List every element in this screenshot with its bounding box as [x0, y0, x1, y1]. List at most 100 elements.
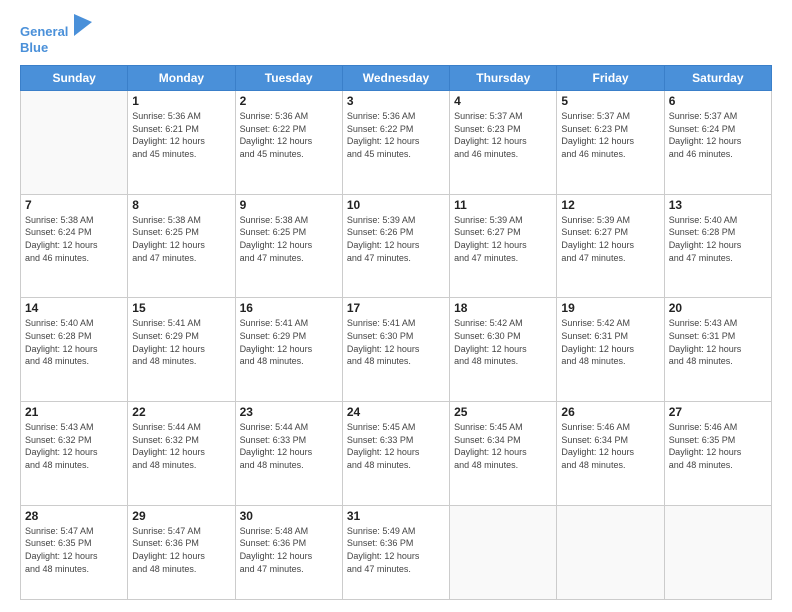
week-row-4: 28 Sunrise: 5:47 AM Sunset: 6:35 PM Dayli… [21, 505, 772, 599]
day-info: Sunrise: 5:43 AM Sunset: 6:31 PM Dayligh… [669, 317, 767, 367]
logo-blue: Blue [20, 40, 92, 56]
day-info: Sunrise: 5:45 AM Sunset: 6:34 PM Dayligh… [454, 421, 552, 471]
calendar-cell: 25 Sunrise: 5:45 AM Sunset: 6:34 PM Dayli… [450, 402, 557, 506]
day-number: 18 [454, 301, 552, 315]
day-header-friday: Friday [557, 66, 664, 91]
day-info: Sunrise: 5:39 AM Sunset: 6:26 PM Dayligh… [347, 214, 445, 264]
day-info: Sunrise: 5:42 AM Sunset: 6:31 PM Dayligh… [561, 317, 659, 367]
calendar-cell: 23 Sunrise: 5:44 AM Sunset: 6:33 PM Dayli… [235, 402, 342, 506]
calendar-cell [664, 505, 771, 599]
day-info: Sunrise: 5:45 AM Sunset: 6:33 PM Dayligh… [347, 421, 445, 471]
logo-text: General [20, 16, 92, 40]
calendar-cell: 12Sunrise: 5:39 AM Sunset: 6:27 PM Dayli… [557, 194, 664, 298]
week-row-1: 7 Sunrise: 5:38 AM Sunset: 6:24 PM Daylig… [21, 194, 772, 298]
calendar-cell: 31 Sunrise: 5:49 AM Sunset: 6:36 PM Dayli… [342, 505, 449, 599]
day-number: 15 [132, 301, 230, 315]
day-number: 22 [132, 405, 230, 419]
day-header-monday: Monday [128, 66, 235, 91]
calendar-cell: 10 Sunrise: 5:39 AM Sunset: 6:26 PM Dayli… [342, 194, 449, 298]
day-number: 24 [347, 405, 445, 419]
day-number: 1 [132, 94, 230, 108]
calendar-cell: 28 Sunrise: 5:47 AM Sunset: 6:35 PM Dayli… [21, 505, 128, 599]
calendar-cell: 29Sunrise: 5:47 AM Sunset: 6:36 PM Dayli… [128, 505, 235, 599]
calendar-cell: 16 Sunrise: 5:41 AM Sunset: 6:29 PM Dayli… [235, 298, 342, 402]
day-info: Sunrise: 5:49 AM Sunset: 6:36 PM Dayligh… [347, 525, 445, 575]
calendar-cell: 13 Sunrise: 5:40 AM Sunset: 6:28 PM Dayli… [664, 194, 771, 298]
day-info: Sunrise: 5:38 AM Sunset: 6:25 PM Dayligh… [240, 214, 338, 264]
day-info: Sunrise: 5:36 AM Sunset: 6:22 PM Dayligh… [347, 110, 445, 160]
day-info: Sunrise: 5:37 AM Sunset: 6:23 PM Dayligh… [561, 110, 659, 160]
day-number: 21 [25, 405, 123, 419]
day-number: 20 [669, 301, 767, 315]
day-info: Sunrise: 5:42 AM Sunset: 6:30 PM Dayligh… [454, 317, 552, 367]
day-info: Sunrise: 5:36 AM Sunset: 6:22 PM Dayligh… [240, 110, 338, 160]
day-header-thursday: Thursday [450, 66, 557, 91]
day-number: 4 [454, 94, 552, 108]
day-info: Sunrise: 5:37 AM Sunset: 6:24 PM Dayligh… [669, 110, 767, 160]
week-row-0: 1Sunrise: 5:36 AM Sunset: 6:21 PM Daylig… [21, 91, 772, 195]
day-number: 19 [561, 301, 659, 315]
calendar-cell: 15 Sunrise: 5:41 AM Sunset: 6:29 PM Dayli… [128, 298, 235, 402]
day-info: Sunrise: 5:48 AM Sunset: 6:36 PM Dayligh… [240, 525, 338, 575]
day-info: Sunrise: 5:46 AM Sunset: 6:35 PM Dayligh… [669, 421, 767, 471]
calendar-cell: 19 Sunrise: 5:42 AM Sunset: 6:31 PM Dayli… [557, 298, 664, 402]
day-info: Sunrise: 5:41 AM Sunset: 6:29 PM Dayligh… [132, 317, 230, 367]
day-info: Sunrise: 5:37 AM Sunset: 6:23 PM Dayligh… [454, 110, 552, 160]
day-number: 10 [347, 198, 445, 212]
logo-general: General [20, 24, 68, 39]
calendar-cell: 7 Sunrise: 5:38 AM Sunset: 6:24 PM Daylig… [21, 194, 128, 298]
day-number: 29 [132, 509, 230, 523]
day-info: Sunrise: 5:38 AM Sunset: 6:24 PM Dayligh… [25, 214, 123, 264]
calendar-cell: 24 Sunrise: 5:45 AM Sunset: 6:33 PM Dayli… [342, 402, 449, 506]
day-info: Sunrise: 5:39 AM Sunset: 6:27 PM Dayligh… [454, 214, 552, 264]
calendar-cell [557, 505, 664, 599]
calendar-cell: 5 Sunrise: 5:37 AM Sunset: 6:23 PM Daylig… [557, 91, 664, 195]
calendar-cell: 14Sunrise: 5:40 AM Sunset: 6:28 PM Dayli… [21, 298, 128, 402]
day-info: Sunrise: 5:38 AM Sunset: 6:25 PM Dayligh… [132, 214, 230, 264]
calendar-cell: 3 Sunrise: 5:36 AM Sunset: 6:22 PM Daylig… [342, 91, 449, 195]
day-number: 23 [240, 405, 338, 419]
calendar-cell: 1Sunrise: 5:36 AM Sunset: 6:21 PM Daylig… [128, 91, 235, 195]
day-info: Sunrise: 5:41 AM Sunset: 6:30 PM Dayligh… [347, 317, 445, 367]
day-info: Sunrise: 5:46 AM Sunset: 6:34 PM Dayligh… [561, 421, 659, 471]
day-number: 25 [454, 405, 552, 419]
day-number: 11 [454, 198, 552, 212]
page: General Blue SundayMondayTuesdayWednesda… [0, 0, 792, 612]
day-number: 3 [347, 94, 445, 108]
calendar-cell [21, 91, 128, 195]
day-info: Sunrise: 5:44 AM Sunset: 6:32 PM Dayligh… [132, 421, 230, 471]
day-number: 12 [561, 198, 659, 212]
week-row-2: 14Sunrise: 5:40 AM Sunset: 6:28 PM Dayli… [21, 298, 772, 402]
day-info: Sunrise: 5:41 AM Sunset: 6:29 PM Dayligh… [240, 317, 338, 367]
day-number: 8 [132, 198, 230, 212]
day-info: Sunrise: 5:47 AM Sunset: 6:35 PM Dayligh… [25, 525, 123, 575]
day-header-tuesday: Tuesday [235, 66, 342, 91]
day-number: 9 [240, 198, 338, 212]
calendar-table: SundayMondayTuesdayWednesdayThursdayFrid… [20, 65, 772, 600]
calendar-cell: 22 Sunrise: 5:44 AM Sunset: 6:32 PM Dayli… [128, 402, 235, 506]
header: General Blue [20, 16, 772, 55]
day-number: 7 [25, 198, 123, 212]
day-number: 16 [240, 301, 338, 315]
day-number: 28 [25, 509, 123, 523]
day-number: 17 [347, 301, 445, 315]
day-info: Sunrise: 5:40 AM Sunset: 6:28 PM Dayligh… [669, 214, 767, 264]
day-info: Sunrise: 5:44 AM Sunset: 6:33 PM Dayligh… [240, 421, 338, 471]
calendar-cell: 21 Sunrise: 5:43 AM Sunset: 6:32 PM Dayli… [21, 402, 128, 506]
calendar-cell: 17 Sunrise: 5:41 AM Sunset: 6:30 PM Dayli… [342, 298, 449, 402]
calendar-cell: 6Sunrise: 5:37 AM Sunset: 6:24 PM Daylig… [664, 91, 771, 195]
calendar-cell: 9 Sunrise: 5:38 AM Sunset: 6:25 PM Daylig… [235, 194, 342, 298]
calendar-cell: 8 Sunrise: 5:38 AM Sunset: 6:25 PM Daylig… [128, 194, 235, 298]
calendar-header-row: SundayMondayTuesdayWednesdayThursdayFrid… [21, 66, 772, 91]
day-number: 13 [669, 198, 767, 212]
calendar-cell: 2Sunrise: 5:36 AM Sunset: 6:22 PM Daylig… [235, 91, 342, 195]
calendar-cell: 26Sunrise: 5:46 AM Sunset: 6:34 PM Dayli… [557, 402, 664, 506]
day-number: 31 [347, 509, 445, 523]
day-info: Sunrise: 5:43 AM Sunset: 6:32 PM Dayligh… [25, 421, 123, 471]
day-number: 5 [561, 94, 659, 108]
calendar-cell: 4 Sunrise: 5:37 AM Sunset: 6:23 PM Daylig… [450, 91, 557, 195]
logo-icon [74, 14, 92, 36]
calendar-cell: 11 Sunrise: 5:39 AM Sunset: 6:27 PM Dayli… [450, 194, 557, 298]
week-row-3: 21 Sunrise: 5:43 AM Sunset: 6:32 PM Dayli… [21, 402, 772, 506]
calendar-cell: 18 Sunrise: 5:42 AM Sunset: 6:30 PM Dayli… [450, 298, 557, 402]
